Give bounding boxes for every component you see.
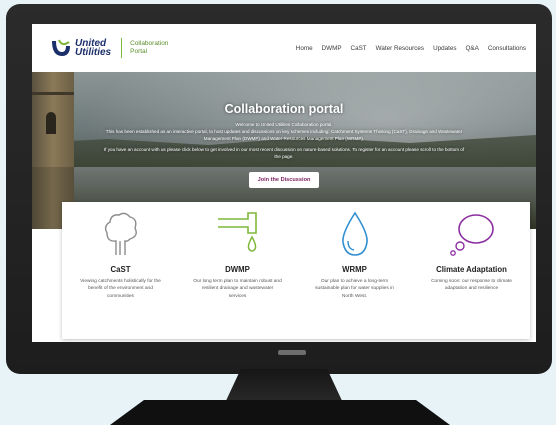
portal-subtitle: Collaboration Portal — [130, 40, 168, 56]
monitor-bezel: United Utilities Collaboration Portal Ho… — [6, 4, 552, 374]
portal-line-2: Portal — [130, 48, 148, 55]
nav-qa[interactable]: Q&A — [466, 45, 479, 52]
card-dwmp[interactable]: DWMP Our long term plan to maintain robu… — [179, 202, 296, 339]
logo-divider — [121, 38, 123, 58]
nav-cast[interactable]: CaST — [351, 45, 367, 52]
tower-ledge — [32, 92, 74, 95]
card-description: Coming soon: our response to climate ada… — [431, 279, 512, 292]
card-description: Viewing catchments holistically for the … — [80, 279, 161, 299]
monitor-stand-base — [110, 400, 450, 425]
nav-updates[interactable]: Updates — [433, 45, 456, 52]
main-nav: Home DWMP CaST Water Resources Updates Q… — [296, 45, 526, 52]
card-title: CaST — [110, 265, 131, 274]
monitor-scene: United Utilities Collaboration Portal Ho… — [0, 0, 556, 425]
card-description: Our plan to achieve a long-term sustaina… — [315, 279, 394, 299]
water-drop-icon — [341, 211, 368, 256]
hero-welcome: Welcome to United Utilities Collaboratio… — [235, 122, 333, 127]
uu-logo-icon — [52, 39, 70, 56]
hero-intro: This has been established as an interact… — [105, 129, 463, 141]
logo-wordmark: United Utilities — [75, 39, 112, 58]
nav-water-resources[interactable]: Water Resources — [376, 45, 424, 52]
hero-account-text: If you have an account with us please cl… — [103, 147, 465, 159]
hero-content: Collaboration portal Welcome to United U… — [32, 102, 536, 188]
card-description: Our long term plan to maintain robust an… — [193, 279, 282, 299]
card-title: Climate Adaptation — [436, 265, 507, 274]
portal-line-1: Collaboration — [130, 40, 169, 47]
join-discussion-button[interactable]: Join the Discussion — [248, 172, 320, 188]
pipe-drop-icon — [217, 212, 257, 252]
browser-screen: United Utilities Collaboration Portal Ho… — [32, 24, 536, 342]
hero-title: Collaboration portal — [224, 102, 344, 116]
nav-dwmp[interactable]: DWMP — [322, 45, 342, 52]
card-title: WRMP — [342, 265, 367, 274]
card-title: DWMP — [225, 265, 250, 274]
card-climate-adaptation[interactable]: Climate Adaptation Coming soon: our resp… — [413, 202, 530, 339]
monitor-power-indicator — [278, 350, 306, 355]
nav-home[interactable]: Home — [296, 45, 313, 52]
monitor-stand-neck — [224, 369, 344, 405]
card-cast[interactable]: CaST Viewing catchments holistically for… — [62, 202, 179, 339]
site-header: United Utilities Collaboration Portal Ho… — [32, 24, 536, 72]
tree-icon — [104, 212, 137, 255]
thought-bubble-icon — [449, 214, 494, 256]
card-wrmp[interactable]: WRMP Our plan to achieve a long-term sus… — [296, 202, 413, 339]
nav-consultations[interactable]: Consultations — [488, 45, 526, 52]
logo-line-2: Utilities — [75, 47, 112, 58]
united-utilities-logo[interactable]: United Utilities Collaboration Portal — [50, 38, 168, 58]
scheme-cards: CaST Viewing catchments holistically for… — [62, 202, 530, 339]
